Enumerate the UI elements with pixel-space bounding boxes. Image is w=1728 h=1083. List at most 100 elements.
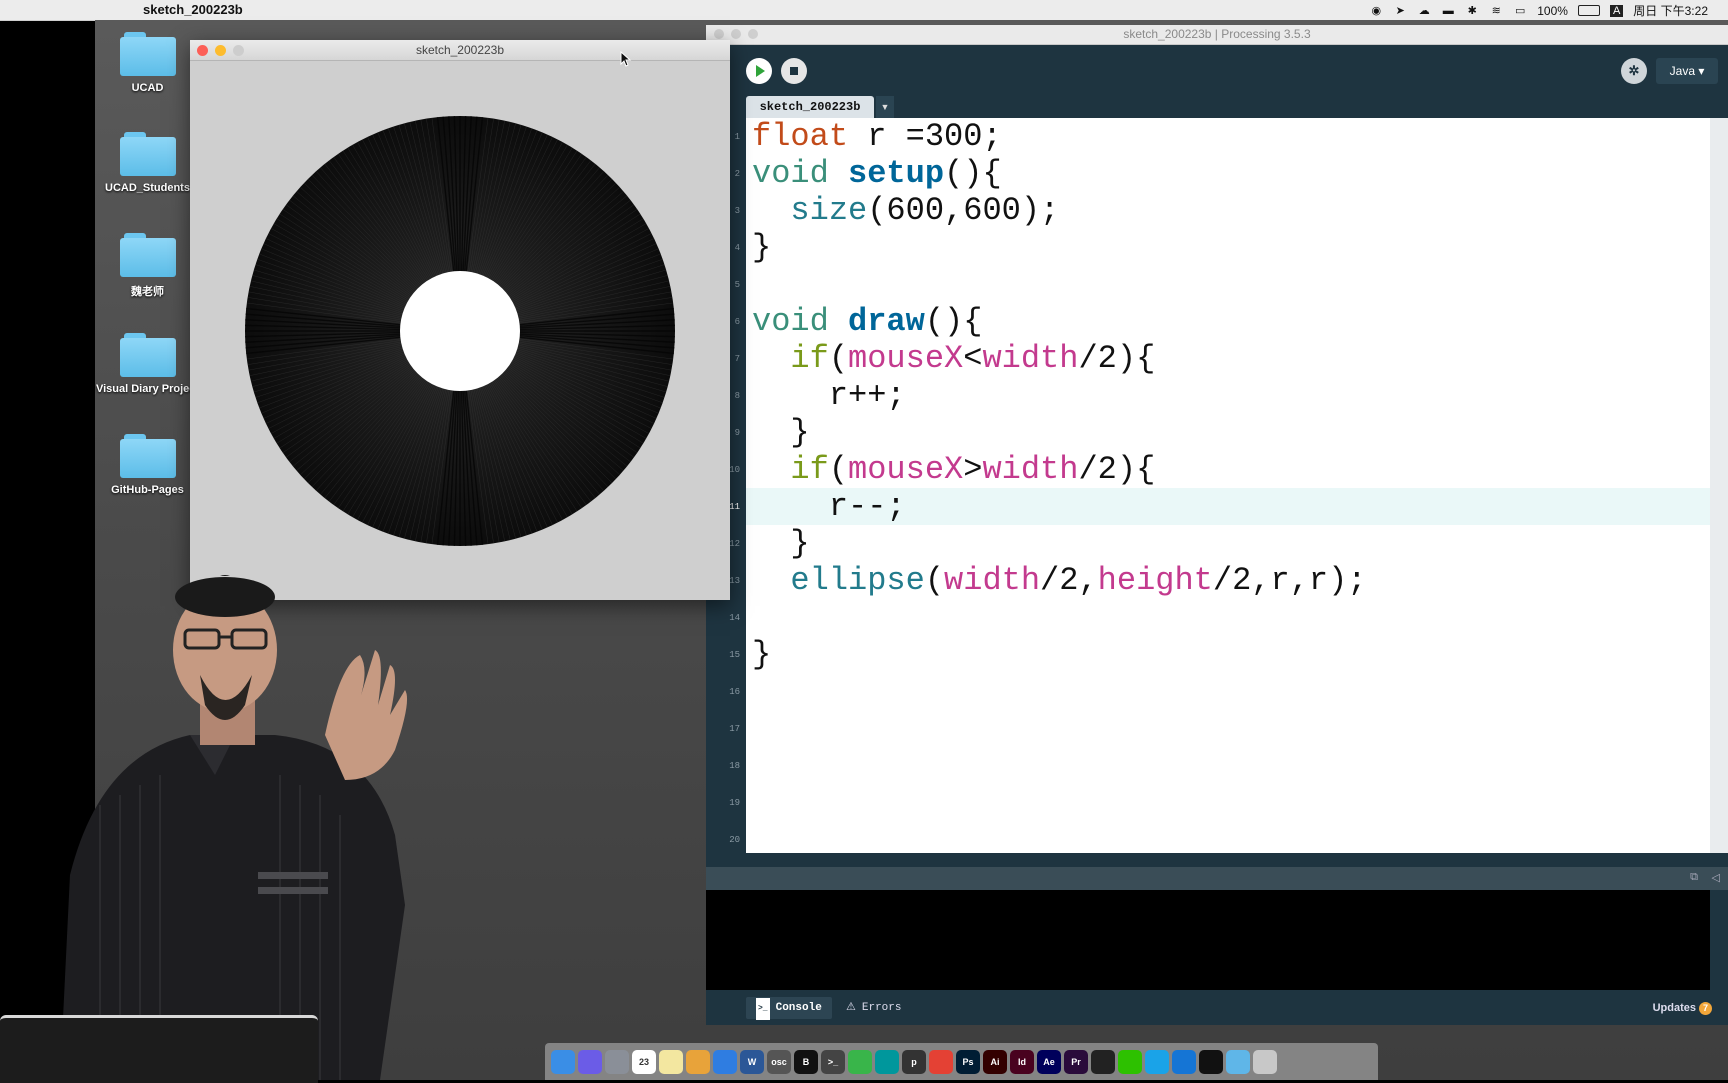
- word-icon[interactable]: W: [740, 1049, 764, 1074]
- code-line[interactable]: if(mouseX<width/2){: [752, 340, 1155, 377]
- code-line[interactable]: float r =300;: [752, 118, 1002, 155]
- desktop-folder-visual-diary[interactable]: Visual Diary Project: [95, 333, 200, 395]
- terminal-icon[interactable]: >_: [821, 1049, 845, 1074]
- safari-icon[interactable]: [713, 1049, 737, 1074]
- qq-penguin-icon[interactable]: [1145, 1049, 1169, 1074]
- ps-icon[interactable]: Ps: [956, 1049, 980, 1074]
- code-editor[interactable]: 1 2 3 4 5 6 7 8 9 10 11 12 13 14 15 16 17 18 19 20 float r …: [706, 118, 1710, 853]
- zoom-button[interactable]: [233, 45, 244, 56]
- line-number: 20: [729, 835, 740, 845]
- line-number: 4: [734, 243, 740, 253]
- errors-tab[interactable]: ⚠ Errors: [836, 997, 911, 1019]
- battery-percent[interactable]: 100%: [1537, 4, 1568, 18]
- clock[interactable]: 周日 下午3:22: [1633, 2, 1708, 19]
- console-tab[interactable]: >_ Console: [746, 997, 832, 1020]
- code-line[interactable]: }: [752, 229, 771, 266]
- code-line[interactable]: void setup(){: [752, 155, 1002, 192]
- line-number: 14: [729, 613, 740, 623]
- updates-badge: 7: [1699, 1002, 1712, 1015]
- finder-icon[interactable]: [551, 1049, 575, 1074]
- bluetooth-icon[interactable]: ✱: [1465, 5, 1479, 17]
- folder-label: 魏老师: [131, 286, 164, 298]
- toolbar: ✲ Java ▾: [706, 45, 1728, 94]
- folder-label: GitHub-Pages: [111, 484, 184, 496]
- code-area[interactable]: float r =300; void setup(){ size(600,600)…: [746, 118, 1710, 853]
- folder-icon[interactable]: [1226, 1049, 1250, 1074]
- zoom-button[interactable]: [748, 29, 758, 39]
- screen-icon[interactable]: ▬: [1441, 5, 1455, 17]
- notes-icon[interactable]: [659, 1049, 683, 1074]
- line-number: 1: [734, 132, 740, 142]
- qq-icon[interactable]: [848, 1049, 872, 1074]
- line-number: 9: [734, 428, 740, 438]
- folder-icon: [119, 233, 176, 277]
- minimize-button[interactable]: [215, 45, 226, 56]
- trash-icon[interactable]: [1253, 1049, 1277, 1074]
- ae-icon[interactable]: Ae: [1037, 1049, 1061, 1074]
- sketch-window: sketch_200223b: [190, 40, 730, 600]
- line-number: 2: [734, 169, 740, 179]
- sketch-titlebar[interactable]: sketch_200223b: [190, 40, 730, 61]
- collapse-icon[interactable]: ◁: [1712, 871, 1720, 884]
- p5-icon[interactable]: p: [902, 1049, 926, 1074]
- xcode-icon[interactable]: [1172, 1049, 1196, 1074]
- chrome-icon[interactable]: [929, 1049, 953, 1074]
- folder-icon: [119, 434, 176, 478]
- github-icon[interactable]: [1091, 1049, 1115, 1074]
- line-number: 18: [729, 761, 740, 771]
- airplay-icon[interactable]: ▭: [1513, 5, 1527, 17]
- code-line[interactable]: size(600,600);: [752, 192, 1059, 229]
- code-line[interactable]: }: [752, 525, 809, 562]
- editor-scrollbar[interactable]: [1710, 118, 1728, 853]
- folder-icon: [119, 132, 176, 176]
- code-line[interactable]: if(mouseX>width/2){: [752, 451, 1155, 488]
- code-line[interactable]: r++;: [752, 377, 906, 414]
- code-line[interactable]: ellipse(width/2,height/2,r,r);: [752, 562, 1366, 599]
- desktop-folder-ucad[interactable]: UCAD: [95, 32, 200, 94]
- siri-icon[interactable]: [578, 1049, 602, 1074]
- osc-icon[interactable]: osc: [767, 1049, 791, 1074]
- wifi-icon[interactable]: ≋: [1489, 5, 1503, 17]
- battery-icon[interactable]: [1577, 5, 1600, 16]
- copy-icon[interactable]: ⧉: [1690, 871, 1698, 884]
- input-source[interactable]: A: [1609, 4, 1624, 17]
- menu-app-name[interactable]: sketch_200223b: [143, 2, 243, 17]
- console-output[interactable]: [706, 890, 1710, 990]
- code-line[interactable]: }: [752, 636, 771, 673]
- arduino-icon[interactable]: [875, 1049, 899, 1074]
- code-line[interactable]: }: [752, 414, 809, 451]
- close-button[interactable]: [714, 29, 724, 39]
- bold-icon[interactable]: B: [794, 1049, 818, 1074]
- close-button[interactable]: [197, 45, 208, 56]
- processing-titlebar[interactable]: sketch_200223b | Processing 3.5.3: [706, 25, 1728, 45]
- id-icon[interactable]: Id: [1010, 1049, 1034, 1074]
- updates-button[interactable]: Updates 7: [1653, 1002, 1712, 1015]
- photos-icon[interactable]: [686, 1049, 710, 1074]
- desktop-folder-wei-laoshi[interactable]: 魏老师: [95, 233, 200, 299]
- launchpad-icon[interactable]: [605, 1049, 629, 1074]
- desktop-folder-ucad-students[interactable]: UCAD_Students: [95, 132, 200, 194]
- record-icon[interactable]: ◉: [1369, 5, 1383, 17]
- updates-label: Updates: [1652, 1002, 1696, 1014]
- debug-button[interactable]: ✲: [1621, 58, 1647, 84]
- code-line[interactable]: void draw(){: [752, 303, 982, 340]
- wechat-icon[interactable]: [1118, 1049, 1142, 1074]
- run-button[interactable]: [746, 58, 772, 84]
- folder-icon: [119, 32, 176, 76]
- center-ellipse: [400, 271, 520, 391]
- sketch-canvas[interactable]: [190, 61, 730, 600]
- quicktime-icon[interactable]: [1199, 1049, 1223, 1074]
- mouse-cursor-icon: [620, 51, 632, 67]
- tab-menu-button[interactable]: ▼: [876, 96, 894, 118]
- minimize-button[interactable]: [731, 29, 741, 39]
- pr-icon[interactable]: Pr: [1064, 1049, 1088, 1074]
- send-icon[interactable]: ➤: [1393, 5, 1407, 17]
- ai-icon[interactable]: Ai: [983, 1049, 1007, 1074]
- desktop-folder-github-pages[interactable]: GitHub-Pages: [95, 434, 200, 496]
- calendar-icon[interactable]: 23: [632, 1049, 656, 1074]
- tab-sketch[interactable]: sketch_200223b: [746, 96, 874, 118]
- stop-button[interactable]: [781, 58, 807, 84]
- mode-selector[interactable]: Java ▾: [1656, 58, 1718, 84]
- code-line[interactable]: r--;: [752, 488, 906, 525]
- creative-cloud-icon[interactable]: ☁: [1417, 5, 1431, 17]
